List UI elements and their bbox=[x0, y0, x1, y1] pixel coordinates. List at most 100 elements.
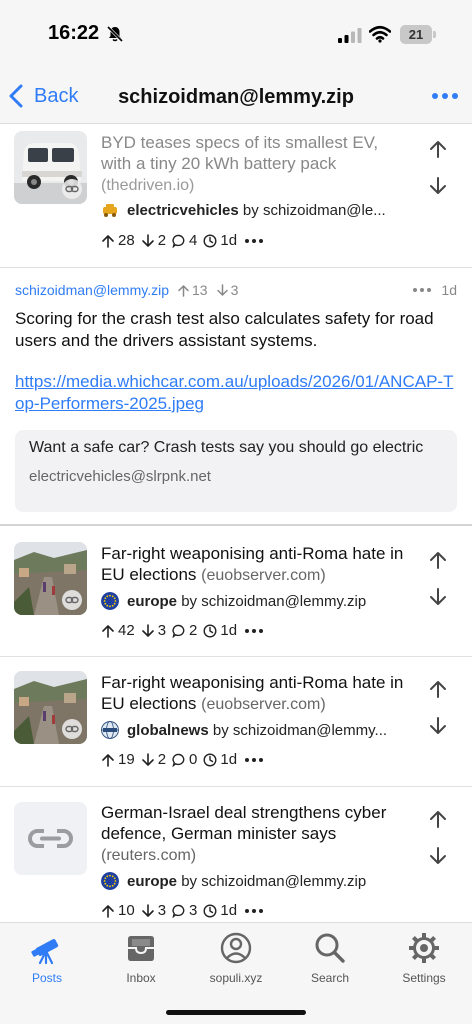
ellipsis-icon bbox=[432, 93, 438, 99]
tab-bar: Posts Inbox sopuli.xyz Search Settings bbox=[0, 922, 472, 1024]
battery-icon: 21 bbox=[400, 25, 432, 44]
upvote-count: 10 bbox=[101, 902, 135, 919]
post-thumbnail-placeholder[interactable] bbox=[14, 802, 87, 875]
post-author[interactable]: schizoidman@le... bbox=[263, 202, 386, 219]
comment-upvotes: 13 bbox=[177, 282, 208, 298]
post-title-text: German-Israel deal strengthens cyber def… bbox=[101, 803, 387, 843]
post-author[interactable]: schizoidman@lemmy.zip bbox=[201, 873, 366, 890]
post-item[interactable]: Far-right weaponising anti-Roma hate in … bbox=[0, 657, 472, 787]
post-item[interactable]: Far-right weaponising anti-Roma hate in … bbox=[0, 528, 472, 657]
wifi-icon bbox=[369, 25, 391, 43]
upvote-count: 28 bbox=[101, 232, 135, 249]
cellular-signal-icon bbox=[338, 28, 362, 43]
post-community-line: globalnews by schizoidman@lemmy... bbox=[101, 721, 411, 739]
comment-parent-post[interactable]: Want a safe car? Crash tests say you sho… bbox=[15, 430, 457, 512]
downvote-button[interactable] bbox=[428, 176, 448, 196]
link-badge bbox=[62, 719, 82, 739]
post-more-button[interactable] bbox=[245, 908, 264, 913]
downvote-button[interactable] bbox=[428, 716, 448, 736]
arrow-up-icon bbox=[102, 624, 114, 638]
upvote-button[interactable] bbox=[428, 679, 448, 699]
post-title[interactable]: German-Israel deal strengthens cyber def… bbox=[101, 802, 411, 866]
link-icon bbox=[65, 725, 79, 733]
tab-label: Posts bbox=[31, 971, 62, 985]
arrow-down-icon bbox=[141, 903, 154, 917]
tab-label: Settings bbox=[402, 971, 446, 985]
navigation-bar: Back schizoidman@lemmy.zip bbox=[0, 70, 472, 124]
by-label: by bbox=[181, 592, 198, 610]
post-title[interactable]: BYD teases specs of its smallest EV, wit… bbox=[101, 132, 411, 196]
arrow-down-icon bbox=[141, 233, 154, 247]
community-avatar-ev[interactable] bbox=[101, 201, 119, 219]
telescope-icon bbox=[31, 939, 59, 965]
tab-inbox[interactable]: Inbox bbox=[101, 931, 181, 985]
post-community-line: electricvehicles by schizoidman@le... bbox=[101, 201, 411, 219]
post-more-button[interactable] bbox=[245, 238, 264, 243]
arrow-up-icon bbox=[102, 753, 114, 767]
more-options-button[interactable] bbox=[432, 88, 458, 104]
comment-bubble-icon bbox=[172, 753, 185, 767]
community-name[interactable]: europe bbox=[127, 593, 177, 610]
post-item[interactable]: BYD teases specs of its smallest EV, wit… bbox=[0, 124, 472, 268]
parent-post-community: electricvehicles@slrpnk.net bbox=[29, 468, 211, 485]
post-domain: (euobserver.com) bbox=[201, 696, 326, 713]
by-label: by bbox=[242, 201, 259, 219]
community-avatar-news-globe[interactable] bbox=[101, 721, 119, 739]
upvote-button[interactable] bbox=[428, 550, 448, 570]
comment-body: Scoring for the crash test also calculat… bbox=[15, 309, 434, 350]
parent-post-title: Want a safe car? Crash tests say you sho… bbox=[29, 439, 424, 456]
post-author[interactable]: schizoidman@lemmy.zip bbox=[201, 593, 366, 610]
by-label: by bbox=[181, 872, 198, 890]
magnifier-icon bbox=[315, 933, 345, 963]
post-community-line: europe by schizoidman@lemmy.zip bbox=[101, 592, 411, 610]
post-thumbnail[interactable] bbox=[14, 671, 87, 744]
post-item[interactable]: German-Israel deal strengthens cyber def… bbox=[0, 787, 472, 927]
arrow-down-icon bbox=[141, 752, 154, 766]
comment-header: schizoidman@lemmy.zip 13 3 1d bbox=[15, 282, 457, 298]
post-stats: 42 3 2 1d bbox=[101, 622, 264, 639]
post-age: 1d bbox=[203, 751, 237, 768]
comment-bubble-icon bbox=[172, 904, 185, 918]
gear-icon bbox=[409, 933, 439, 963]
downvote-button[interactable] bbox=[428, 587, 448, 607]
downvote-count: 2 bbox=[141, 751, 166, 768]
community-avatar-eu-flag[interactable] bbox=[101, 872, 119, 890]
post-title[interactable]: Far-right weaponising anti-Roma hate in … bbox=[101, 672, 411, 715]
post-domain: (euobserver.com) bbox=[201, 567, 326, 584]
tab-search[interactable]: Search bbox=[290, 931, 370, 985]
link-badge bbox=[62, 590, 82, 610]
tab-settings[interactable]: Settings bbox=[384, 931, 464, 985]
post-domain: (thedriven.io) bbox=[101, 177, 195, 194]
comment-age: 1d bbox=[441, 282, 457, 298]
clock-icon bbox=[203, 623, 217, 638]
comment-count: 2 bbox=[172, 622, 197, 639]
community-name[interactable]: electricvehicles bbox=[127, 202, 239, 219]
tab-label: sopuli.xyz bbox=[209, 971, 263, 985]
post-thumbnail[interactable] bbox=[14, 542, 87, 615]
comment-downvotes: 3 bbox=[216, 282, 238, 298]
comment-author[interactable]: schizoidman@lemmy.zip bbox=[15, 282, 169, 298]
link-icon bbox=[28, 829, 73, 848]
tab-posts[interactable]: Posts bbox=[7, 931, 87, 985]
comment-link[interactable]: https://media.whichcar.com.au/uploads/20… bbox=[15, 371, 455, 415]
post-more-button[interactable] bbox=[245, 628, 264, 633]
community-name[interactable]: europe bbox=[127, 873, 177, 890]
comment-more-button[interactable] bbox=[413, 288, 432, 292]
tab-account[interactable]: sopuli.xyz bbox=[196, 931, 276, 985]
tab-label: Search bbox=[310, 971, 350, 985]
community-avatar-eu-flag[interactable] bbox=[101, 592, 119, 610]
upvote-button[interactable] bbox=[428, 139, 448, 159]
post-more-button[interactable] bbox=[245, 757, 264, 762]
post-title[interactable]: Far-right weaponising anti-Roma hate in … bbox=[101, 543, 411, 586]
upvote-button[interactable] bbox=[428, 809, 448, 829]
community-name[interactable]: globalnews bbox=[127, 722, 209, 739]
comment-count: 3 bbox=[172, 902, 197, 919]
post-stats: 19 2 0 1d bbox=[101, 751, 264, 768]
clock-icon bbox=[203, 752, 217, 767]
post-thumbnail[interactable] bbox=[14, 131, 87, 204]
downvote-button[interactable] bbox=[428, 846, 448, 866]
post-author[interactable]: schizoidman@lemmy... bbox=[233, 722, 387, 739]
page-title: schizoidman@lemmy.zip bbox=[118, 86, 354, 108]
arrow-up-icon bbox=[178, 284, 189, 297]
clock-icon bbox=[203, 903, 217, 918]
